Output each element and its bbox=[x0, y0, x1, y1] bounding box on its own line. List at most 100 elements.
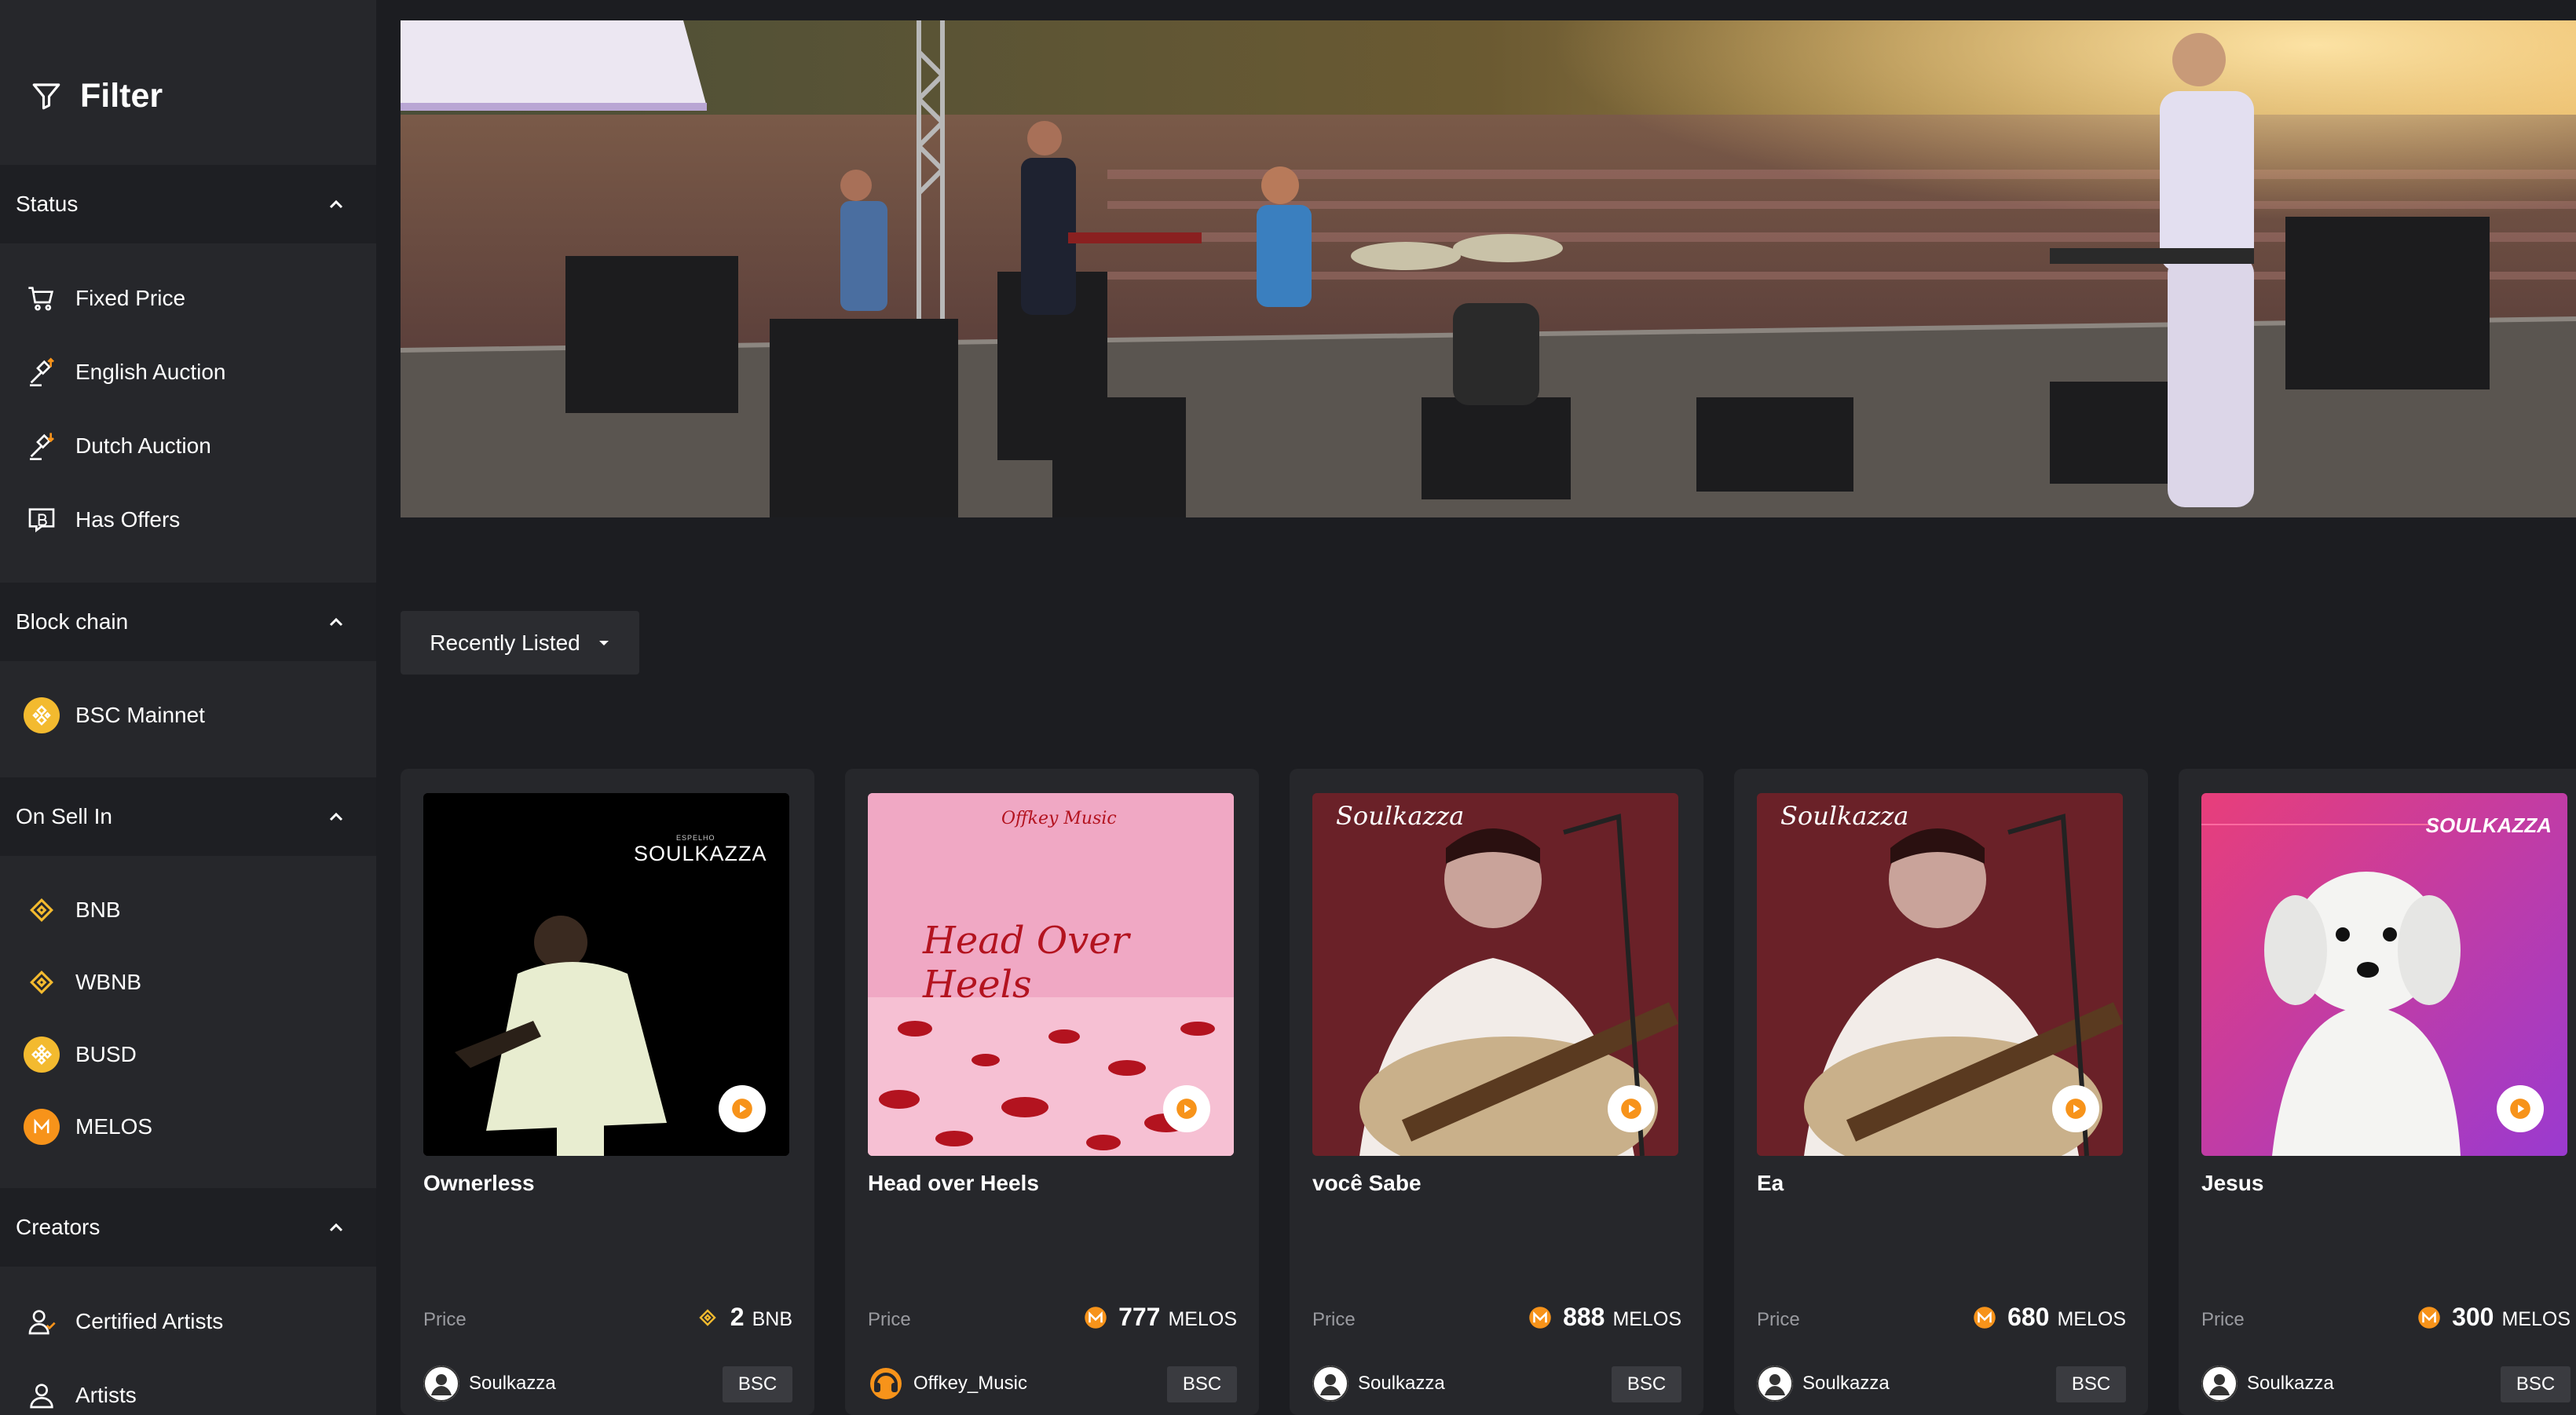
play-button[interactable] bbox=[2052, 1085, 2099, 1132]
bnb-icon bbox=[696, 1306, 719, 1329]
filter-certified-artists[interactable]: Certified Artists bbox=[24, 1300, 223, 1344]
section-creators-label: Creators bbox=[16, 1215, 101, 1239]
nft-card[interactable]: Soulkazza você Sabe Price 888 MELOS Soul… bbox=[1290, 769, 1703, 1415]
nft-card[interactable]: ESPELHO SOULKAZZA Ownerless Price 2 BNB … bbox=[401, 769, 814, 1415]
wbnb-icon bbox=[24, 964, 60, 1000]
album-art: SOULKAZZA bbox=[2201, 793, 2567, 1156]
price-label: Price bbox=[2201, 1309, 2245, 1330]
play-icon bbox=[1621, 1099, 1641, 1119]
filter-fixed-price[interactable]: Fixed Price bbox=[24, 276, 185, 320]
album-art: ESPELHO SOULKAZZA bbox=[423, 793, 789, 1156]
price: 2 BNB bbox=[696, 1303, 792, 1332]
price-value: 300 bbox=[2452, 1303, 2494, 1331]
play-icon bbox=[732, 1099, 752, 1119]
melos-icon bbox=[1528, 1306, 1552, 1329]
hero-banner bbox=[401, 20, 2576, 517]
gavel-up-icon bbox=[24, 354, 60, 390]
price-label: Price bbox=[423, 1309, 467, 1330]
melos-icon bbox=[24, 1109, 60, 1145]
cart-icon bbox=[24, 280, 60, 316]
filter-english-auction-label: English Auction bbox=[75, 360, 226, 384]
price-currency: BNB bbox=[752, 1308, 792, 1330]
section-on-sell-in-header[interactable]: On Sell In bbox=[0, 777, 376, 856]
nft-card[interactable]: Soulkazza Ea Price 680 MELOS Soulkazza B… bbox=[1734, 769, 2148, 1415]
bnb-icon bbox=[24, 892, 60, 928]
filter-title: Filter bbox=[80, 76, 163, 115]
filter-bnb-label: BNB bbox=[75, 898, 121, 922]
play-button[interactable] bbox=[1608, 1085, 1655, 1132]
sort-dropdown[interactable]: Recently Listed bbox=[401, 611, 639, 675]
creator[interactable]: Soulkazza bbox=[1312, 1366, 1445, 1402]
price-currency: MELOS bbox=[1168, 1308, 1237, 1330]
price: 777 MELOS bbox=[1084, 1303, 1237, 1332]
track-title[interactable]: Head over Heels bbox=[868, 1171, 1039, 1196]
creator[interactable]: Soulkazza bbox=[423, 1366, 556, 1402]
album-art-text: Soulkazza bbox=[1780, 801, 1909, 831]
track-title[interactable]: Ea bbox=[1757, 1171, 1784, 1196]
track-title[interactable]: Ownerless bbox=[423, 1171, 535, 1196]
creator-name: Offkey_Music bbox=[913, 1373, 1027, 1394]
chain-badge: BSC bbox=[2056, 1366, 2126, 1402]
nft-card[interactable]: Offkey Music Head Over Heels Head over H… bbox=[845, 769, 1259, 1415]
filter-artists-label: Artists bbox=[75, 1383, 137, 1407]
filter-bsc-mainnet-label: BSC Mainnet bbox=[75, 703, 205, 727]
price-currency: MELOS bbox=[2057, 1308, 2126, 1330]
album-art: Soulkazza bbox=[1757, 793, 2123, 1156]
creator-name: Soulkazza bbox=[2247, 1373, 2334, 1394]
filter-sidebar: Filter Status Fixed Price English Auctio… bbox=[0, 0, 376, 1415]
melos-icon bbox=[1973, 1306, 1996, 1329]
price: 680 MELOS bbox=[1973, 1303, 2126, 1332]
album-art-text: SOULKAZZA bbox=[634, 842, 767, 865]
filter-bnb[interactable]: BNB bbox=[24, 888, 121, 932]
album-art-text: SOULKAZZA bbox=[2425, 814, 2552, 837]
filter-melos[interactable]: MELOS bbox=[24, 1105, 152, 1149]
price-value: 2 bbox=[730, 1303, 745, 1331]
avatar bbox=[868, 1366, 904, 1402]
price: 888 MELOS bbox=[1528, 1303, 1681, 1332]
chain-badge: BSC bbox=[2501, 1366, 2571, 1402]
section-creators-header[interactable]: Creators bbox=[0, 1188, 376, 1267]
chain-badge: BSC bbox=[1167, 1366, 1237, 1402]
price-label: Price bbox=[1757, 1309, 1800, 1330]
filter-busd-label: BUSD bbox=[75, 1042, 137, 1066]
creator-name: Soulkazza bbox=[469, 1373, 556, 1394]
creator[interactable]: Soulkazza bbox=[1757, 1366, 1890, 1402]
filter-artists[interactable]: Artists bbox=[24, 1373, 137, 1415]
play-button[interactable] bbox=[719, 1085, 766, 1132]
album-art-text: Soulkazza bbox=[1336, 801, 1465, 831]
section-blockchain-label: Block chain bbox=[16, 609, 129, 634]
album-art: Offkey Music Head Over Heels bbox=[868, 793, 1234, 1156]
price: 300 MELOS bbox=[2417, 1303, 2571, 1332]
offer-icon bbox=[24, 502, 60, 538]
user-icon bbox=[24, 1377, 60, 1413]
play-icon bbox=[2066, 1099, 2086, 1119]
filter-melos-label: MELOS bbox=[75, 1114, 153, 1139]
creator[interactable]: Offkey_Music bbox=[868, 1366, 1027, 1402]
filter-busd[interactable]: BUSD bbox=[24, 1033, 137, 1077]
avatar bbox=[1312, 1366, 1348, 1402]
creator-name: Soulkazza bbox=[1358, 1373, 1445, 1394]
filter-wbnb[interactable]: WBNB bbox=[24, 960, 141, 1004]
creator[interactable]: Soulkazza bbox=[2201, 1366, 2334, 1402]
play-button[interactable] bbox=[1163, 1085, 1210, 1132]
sort-dropdown-label: Recently Listed bbox=[430, 630, 580, 655]
section-status-label: Status bbox=[16, 192, 79, 216]
album-art-subtext: ESPELHO bbox=[676, 834, 715, 842]
filter-bsc-mainnet[interactable]: BSC Mainnet bbox=[24, 693, 205, 737]
certified-user-icon bbox=[24, 1303, 60, 1340]
filter-icon bbox=[30, 79, 63, 112]
section-blockchain-header[interactable]: Block chain bbox=[0, 583, 376, 661]
chain-badge: BSC bbox=[723, 1366, 792, 1402]
price-label: Price bbox=[1312, 1309, 1356, 1330]
filter-dutch-auction[interactable]: Dutch Auction bbox=[24, 424, 211, 468]
album-art: Soulkazza bbox=[1312, 793, 1678, 1156]
filter-english-auction[interactable]: English Auction bbox=[24, 350, 225, 394]
track-title[interactable]: Jesus bbox=[2201, 1171, 2263, 1196]
play-button[interactable] bbox=[2497, 1085, 2544, 1132]
caret-down-icon bbox=[598, 639, 610, 647]
track-title[interactable]: você Sabe bbox=[1312, 1171, 1422, 1196]
filter-has-offers[interactable]: Has Offers bbox=[24, 498, 180, 542]
play-icon bbox=[1176, 1099, 1197, 1119]
nft-card[interactable]: SOULKAZZA Jesus Price 300 MELOS Soulkazz… bbox=[2179, 769, 2576, 1415]
section-status-header[interactable]: Status bbox=[0, 165, 376, 243]
